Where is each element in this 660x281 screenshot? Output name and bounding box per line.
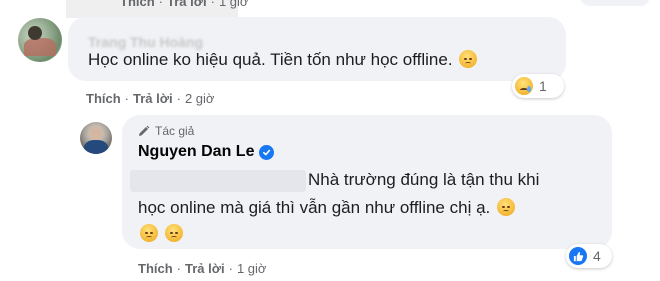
previous-like-link[interactable]: Thích <box>120 0 155 9</box>
redacted-mention <box>130 170 306 192</box>
author-avatar[interactable] <box>80 122 112 154</box>
reply-reaction-count: 4 <box>593 248 601 264</box>
reply-link[interactable]: Trả lời <box>133 91 173 106</box>
timestamp[interactable]: 2 giờ <box>185 91 215 106</box>
reply-like-link[interactable]: Thích <box>138 261 173 276</box>
like-reaction-icon <box>569 247 587 265</box>
reply-timestamp[interactable]: 1 giờ <box>237 261 267 276</box>
reaction-count: 1 <box>539 78 547 94</box>
pensive-emoji-icon <box>496 198 515 216</box>
commenter-name-blurred[interactable]: Trang Thu Hoàng <box>88 34 203 50</box>
reaction-summary[interactable]: 1 <box>512 74 564 98</box>
comment-text: Học online ko hiệu quả. Tiền tốn như học… <box>88 50 478 70</box>
sad-emoji-icon <box>459 50 478 68</box>
like-link[interactable]: Thích <box>86 91 121 106</box>
verified-badge-icon <box>259 144 275 160</box>
reply-reply-link[interactable]: Trả lời <box>185 261 225 276</box>
reply-actions: Thích · Trả lời · 1 giờ <box>138 261 267 276</box>
reply-emoji-line <box>138 224 183 244</box>
previous-timestamp: 1 giờ <box>218 0 249 9</box>
pensive-emoji-icon <box>164 224 183 242</box>
previous-bubble-edge <box>580 0 650 6</box>
reply-text-line-2: học online mà giá thì vẫn gần như offlin… <box>138 198 515 218</box>
author-name[interactable]: Nguyen Dan Le <box>138 143 275 161</box>
commenter-avatar[interactable] <box>18 18 62 62</box>
previous-comment-actions: Thích · Trả lời · 1 giờ <box>120 0 249 9</box>
author-badge-label: Tác giả <box>155 124 195 138</box>
previous-reply-link[interactable]: Trả lời <box>167 0 207 9</box>
comment-text-content: Học online ko hiệu quả. Tiền tốn như học… <box>88 50 453 69</box>
sad-reaction-icon <box>515 77 533 95</box>
reply-text-line-1: Nhà trường đúng là tận thu khi <box>308 170 540 189</box>
author-name-text[interactable]: Nguyen Dan Le <box>138 143 254 161</box>
pensive-emoji-icon <box>140 224 158 242</box>
pencil-icon <box>139 125 150 136</box>
author-badge: Tác giả <box>138 124 194 138</box>
comment-actions: Thích · Trả lời · 2 giờ <box>86 91 215 106</box>
reply-text-line-2-content: học online mà giá thì vẫn gần như offlin… <box>138 198 491 217</box>
reply-reaction-summary[interactable]: 4 <box>566 244 612 268</box>
